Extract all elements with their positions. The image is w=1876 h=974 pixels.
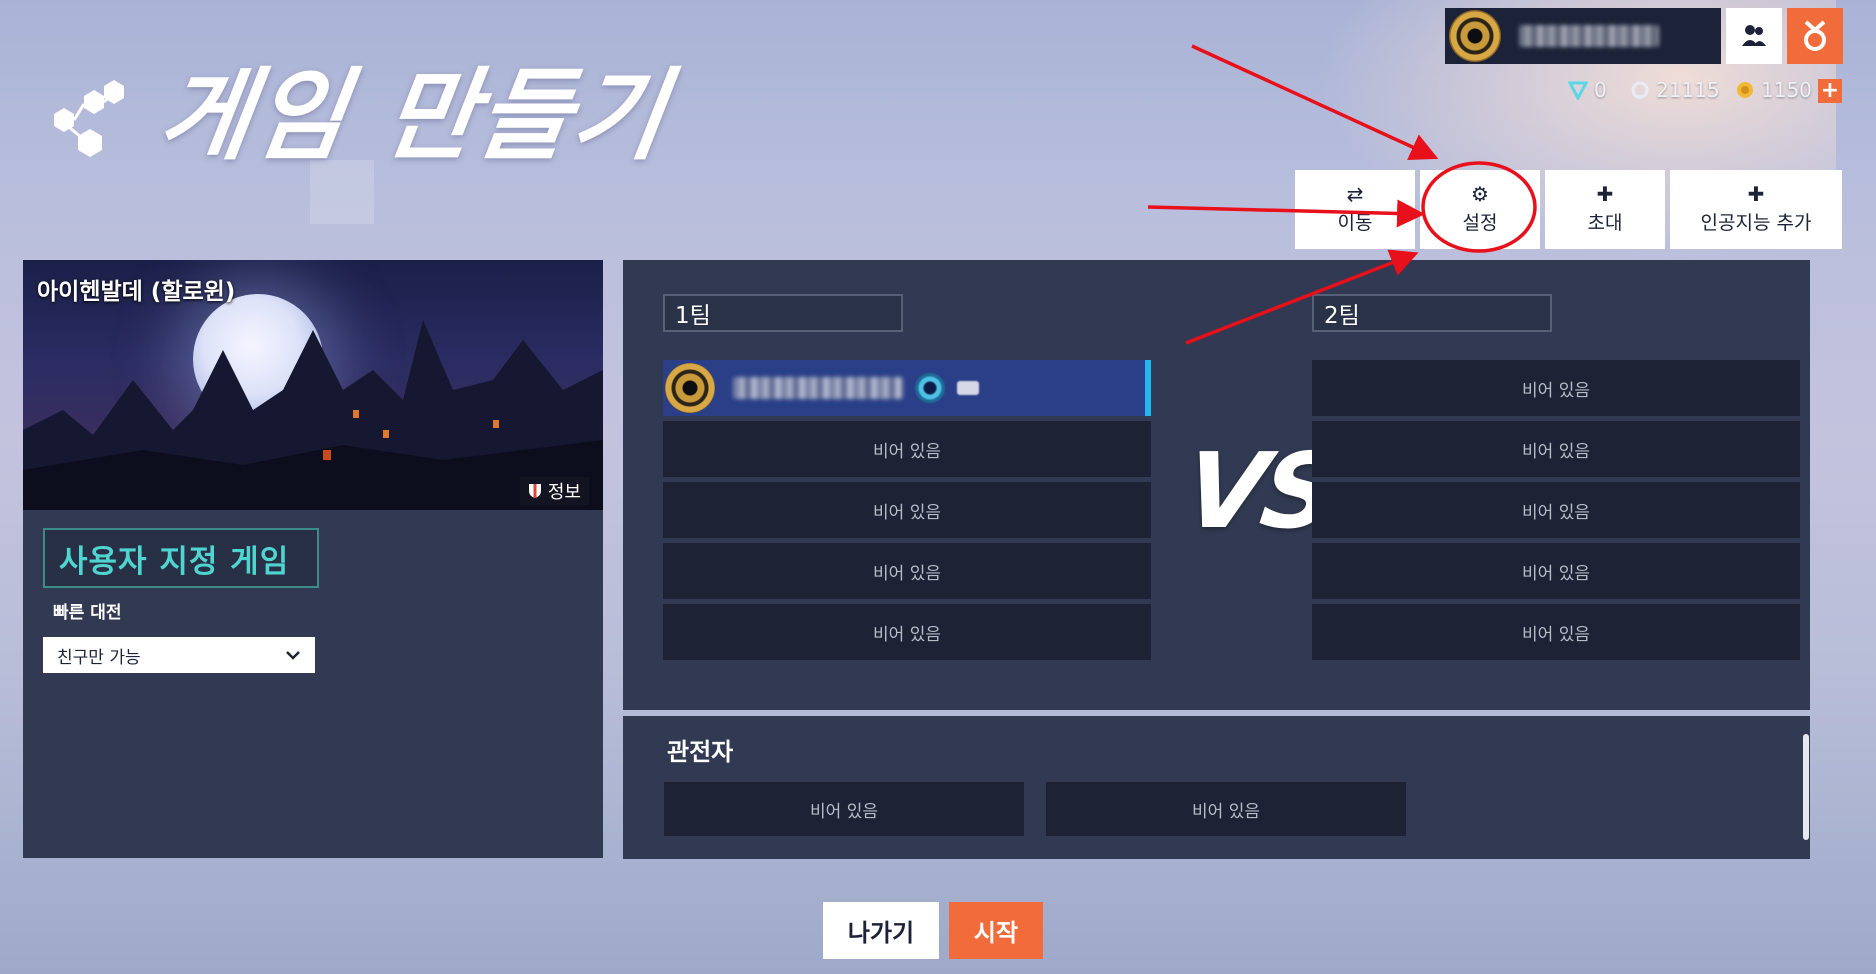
team1-empty-slot[interactable]: 비어 있음 xyxy=(663,421,1151,477)
invite-label: 초대 xyxy=(1587,212,1623,234)
page-title: 게임 만들기 xyxy=(151,57,676,174)
player-name-blurred xyxy=(733,377,903,399)
settings-button[interactable]: ⚙ 설정 xyxy=(1420,170,1540,249)
gear-icon: ⚙ xyxy=(1471,182,1489,206)
move-button[interactable]: ⇄ 이동 xyxy=(1295,170,1415,249)
game-mode-subtitle: 빠른 대전 xyxy=(53,603,122,623)
chevron-down-icon xyxy=(286,651,300,660)
page-header: 게임 만들기 xyxy=(34,56,675,176)
map-image: 아이헨발데 (할로윈) 정보 xyxy=(23,260,603,510)
move-label: 이동 xyxy=(1337,212,1373,234)
privacy-select-value: 친구만 가능 xyxy=(57,647,141,668)
legacy-credit-value: 0 xyxy=(1594,78,1607,102)
credit-display: 21115 xyxy=(1630,76,1720,104)
team1-empty-slot[interactable]: 비어 있음 xyxy=(663,604,1151,660)
team1-empty-slot[interactable]: 비어 있음 xyxy=(663,543,1151,599)
map-info-label: 정보 xyxy=(547,482,581,503)
rank-icon xyxy=(915,373,945,403)
invite-icon: ✚ xyxy=(1596,182,1614,206)
coin-icon xyxy=(1737,82,1753,98)
buy-coins-button[interactable]: + xyxy=(1818,79,1842,103)
medal-button[interactable] xyxy=(1787,8,1843,64)
teams-panel: 1팀 2팀 비어 있음 비어 있음 비어 있음 비어 있음 VS 비어 있음 비… xyxy=(623,260,1810,710)
shield-icon xyxy=(528,484,541,498)
player-name-blurred xyxy=(1519,25,1659,47)
add-ai-button[interactable]: ✚ 인공지능 추가 xyxy=(1670,170,1842,249)
coin-value: 1150 xyxy=(1761,78,1812,102)
map-info-button[interactable]: 정보 xyxy=(519,477,589,505)
spectators-title: 관전자 xyxy=(667,738,734,766)
hexagon-network-icon xyxy=(54,80,124,157)
player-profile[interactable] xyxy=(1445,8,1721,64)
team1-name-field[interactable]: 1팀 xyxy=(663,294,903,332)
start-button[interactable]: 시작 xyxy=(949,902,1043,959)
player-emblem-icon xyxy=(1449,10,1501,62)
invite-button[interactable]: ✚ 초대 xyxy=(1545,170,1665,249)
team2-empty-slot[interactable]: 비어 있음 xyxy=(1312,543,1800,599)
legacy-credit-icon xyxy=(1568,81,1588,100)
credit-value: 21115 xyxy=(1656,78,1720,102)
add-ai-icon: ✚ xyxy=(1747,182,1765,206)
legacy-credit-display: 0 xyxy=(1568,76,1607,104)
social-button[interactable] xyxy=(1726,8,1782,64)
leave-button[interactable]: 나가기 xyxy=(823,902,939,959)
spectator-empty-slot[interactable]: 비어 있음 xyxy=(1046,782,1406,836)
endorsement-icon xyxy=(957,381,979,395)
team2-empty-slot[interactable]: 비어 있음 xyxy=(1312,482,1800,538)
player-emblem-icon xyxy=(665,363,715,413)
team1-empty-slot[interactable]: 비어 있음 xyxy=(663,482,1151,538)
credit-icon xyxy=(1631,81,1649,99)
game-info-panel: 아이헨발데 (할로윈) 정보 사용자 지정 게임 빠른 대전 친구만 가능 xyxy=(23,260,603,858)
add-ai-label: 인공지능 추가 xyxy=(1700,212,1812,234)
settings-label: 설정 xyxy=(1462,212,1498,234)
team2-empty-slot[interactable]: 비어 있음 xyxy=(1312,421,1800,477)
friends-icon xyxy=(1742,25,1766,46)
game-mode-name: 사용자 지정 게임 xyxy=(59,543,290,580)
map-name: 아이헨발데 (할로윈) xyxy=(37,279,236,305)
team2-name-field[interactable]: 2팀 xyxy=(1312,294,1552,332)
team2-empty-slot[interactable]: 비어 있음 xyxy=(1312,604,1800,660)
spectators-scrollbar[interactable] xyxy=(1803,734,1809,840)
team2-empty-slot[interactable]: 비어 있음 xyxy=(1312,360,1800,416)
game-mode-box: 사용자 지정 게임 xyxy=(43,528,319,588)
spectators-panel: 관전자 비어 있음 비어 있음 xyxy=(623,716,1810,859)
spectator-empty-slot[interactable]: 비어 있음 xyxy=(664,782,1024,836)
medal-icon xyxy=(1804,20,1826,51)
move-icon: ⇄ xyxy=(1346,182,1364,206)
coin-display: 1150 xyxy=(1735,76,1812,104)
team1-player-slot[interactable] xyxy=(663,360,1151,416)
privacy-select[interactable]: 친구만 가능 xyxy=(43,637,315,673)
